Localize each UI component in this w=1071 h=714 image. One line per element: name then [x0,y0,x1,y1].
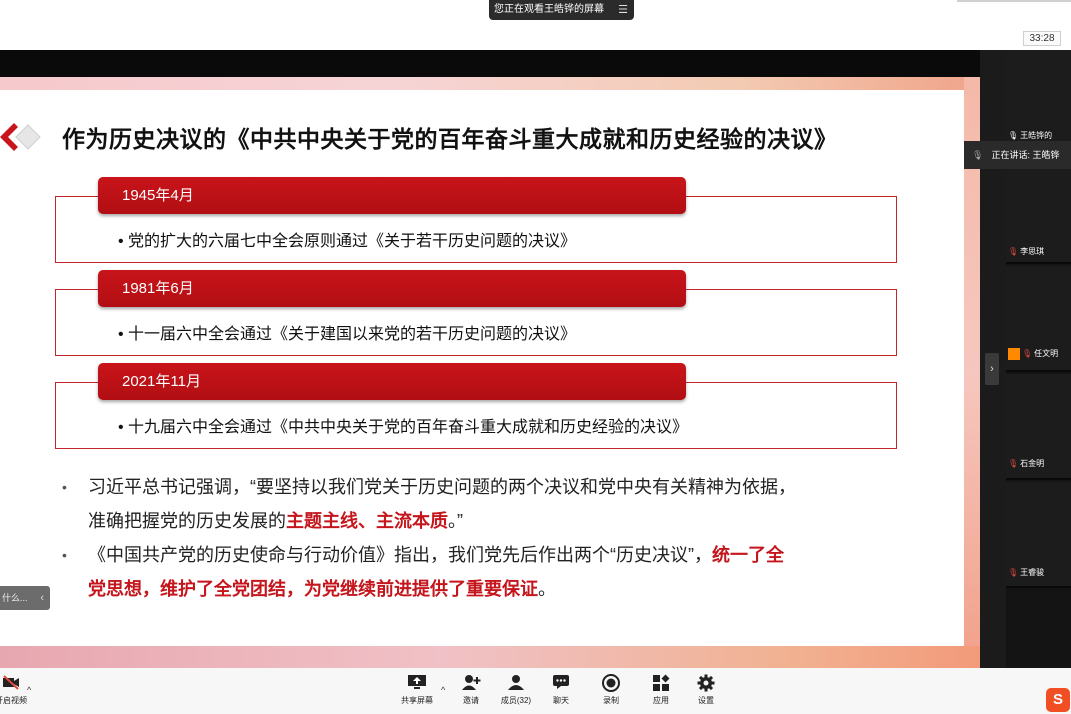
add-user-icon [446,674,496,694]
participant-label: 🎙 王睿骏 [1008,567,1044,578]
apps-icon [636,674,686,694]
avatar [1008,348,1020,360]
bullet-line: 党思想，维护了全党团结，为党继续前进提供了重要保证。 [62,572,902,606]
ime-logo-icon[interactable]: S [1046,688,1070,712]
highlight-text: 党思想，维护了全党团结，为党继续前进提供了重要保证 [88,579,538,599]
participant-name: 石金明 [1020,459,1045,468]
participant-label: 🎙 王皓铧的 [1008,130,1052,141]
event-date-1945: 1945年4月 [98,177,686,214]
slide-outline-text: 什么... [2,593,28,603]
shared-screen-area: 作为历史决议的《中共中央关于党的百年奋斗重大成就和历史经验的决议》 1945年4… [0,50,1006,668]
slide-outline-tab[interactable]: 什么... ‹ [0,586,50,610]
participant-label: 🎙 石金明 [1008,458,1044,469]
event-text-1945: • 党的扩大的六届七中全会原则通过《关于若干历史问题的决议》 [118,233,577,250]
diamond-logo-icon [0,123,41,151]
meeting-timer: 33:28 [1023,31,1061,46]
event-date-1981: 1981年6月 [98,270,686,307]
slide-bottom-stripe [0,646,980,668]
members-label: 成员(32) [500,696,532,705]
event-text-1981: • 十一届六中全会通过《关于建国以来党的若干历史问题的决议》 [118,326,577,343]
participant-tile[interactable]: 🎙 石金明 [1006,374,1071,480]
bullet-line: 准确把握党的历史发展的主题主线、主流本质。” [62,504,902,538]
bullet-text: 《中国共产党的历史使命与行动价值》指出，我们党先后作出两个“历史决议”， [88,545,712,565]
event-text-2021: • 十九届六中全会通过《中共中央关于党的百年奋斗重大成就和历史经验的决议》 [118,419,689,436]
participant-name: 王皓铧的 [1020,131,1053,140]
participant-name: 王睿骏 [1020,568,1045,577]
event-date-2021: 2021年11月 [98,363,686,400]
members-button[interactable]: 成员(32) [491,674,541,706]
participant-label: 🎙 任文明 [1008,348,1058,360]
slide-top-stripe [0,77,980,90]
participant-tile[interactable]: 🎙 李思琪 [1006,158,1071,264]
video-label: 开启视频 [0,696,27,705]
invite-button[interactable]: 邀请 [446,674,496,706]
muted-microphone-icon: 🎙 [1008,247,1019,256]
highlight-text: 统一了全 [712,545,784,565]
collapse-panel-button[interactable]: › [985,353,999,385]
chat-label: 聊天 [553,696,569,705]
apps-button[interactable]: 应用 [636,674,686,706]
settings-button[interactable]: 设置 [681,674,731,706]
microphone-icon: 🎙 [972,150,984,160]
bullet-xi-quote: • 习近平总书记强调，“要坚持以我们党关于历史问题的两个决议和党中央有关精神为依… [62,470,902,538]
bullet-text: 。” [448,511,463,531]
share-screen-button[interactable]: 共享屏幕 [392,674,442,706]
invite-label: 邀请 [463,696,479,705]
muted-microphone-icon: 🎙 [1022,349,1033,359]
meeting-toolbar: 开启视频 ^ 共享屏幕 ^ 邀请 成员(32) 聊天 录制 [0,668,1071,714]
video-options-caret[interactable]: ^ [27,685,31,695]
participant-tile[interactable]: 🎙 王睿骏 [1006,482,1071,588]
apps-label: 应用 [653,696,669,705]
active-speaker-text: 正在讲话: 王皓铧 [991,150,1060,160]
microphone-icon: 🎙 [1008,131,1019,140]
highlight-text: 主题主线、主流本质 [286,511,448,531]
menu-icon[interactable]: ☰ [618,0,628,20]
participant-name: 李思琪 [1020,247,1045,256]
participant-tile[interactable]: 🎙 任文明 [1006,266,1071,372]
chevron-left-icon[interactable]: ‹ [40,586,44,610]
chat-icon [536,674,586,694]
share-view-banner[interactable]: 您正在观看王皓铧的屏幕 ☰ [489,0,634,20]
chat-button[interactable]: 聊天 [536,674,586,706]
bullet-mission-quote: • 《中国共产党的历史使命与行动价值》指出，我们党先后作出两个“历史决议”，统一… [62,538,902,606]
bullet-text: 。 [538,579,556,599]
slide-content: 作为历史决议的《中共中央关于党的百年奋斗重大成就和历史经验的决议》 1945年4… [0,90,964,646]
record-icon [586,674,636,694]
share-banner-text: 您正在观看王皓铧的屏幕 [494,4,604,15]
muted-microphone-icon: 🎙 [1008,459,1019,468]
bullet-line: 习近平总书记强调，“要坚持以我们党关于历史问题的两个决议和党中央有关精神为依据， [88,477,796,497]
gear-icon [681,674,731,694]
slide-title: 作为历史决议的《中共中央关于党的百年奋斗重大成就和历史经验的决议》 [62,126,838,152]
record-label: 录制 [603,696,619,705]
bullet-dot: • [62,479,67,495]
settings-label: 设置 [698,696,714,705]
active-speaker-indicator: 🎙 正在讲话: 王皓铧 [964,141,1071,169]
participant-label: 🎙 李思琪 [1008,246,1044,257]
members-icon [491,674,541,694]
share-screen-label: 共享屏幕 [401,696,433,705]
screen-share-icon [392,674,442,694]
record-button[interactable]: 录制 [586,674,636,706]
participant-name: 任文明 [1034,349,1059,359]
bullet-text: 准确把握党的历史发展的 [88,511,286,531]
share-options-caret[interactable]: ^ [441,685,445,695]
top-edge-line [957,0,1071,2]
top-bar: 您正在观看王皓铧的屏幕 ☰ 33:28 [0,0,1071,50]
muted-microphone-icon: 🎙 [1008,568,1019,577]
presentation-slide: 作为历史决议的《中共中央关于党的百年奋斗重大成就和历史经验的决议》 1945年4… [0,77,980,668]
bullet-dot: • [62,547,67,563]
bullet-line: 《中国共产党的历史使命与行动价值》指出，我们党先后作出两个“历史决议”，统一了全 [62,538,902,572]
